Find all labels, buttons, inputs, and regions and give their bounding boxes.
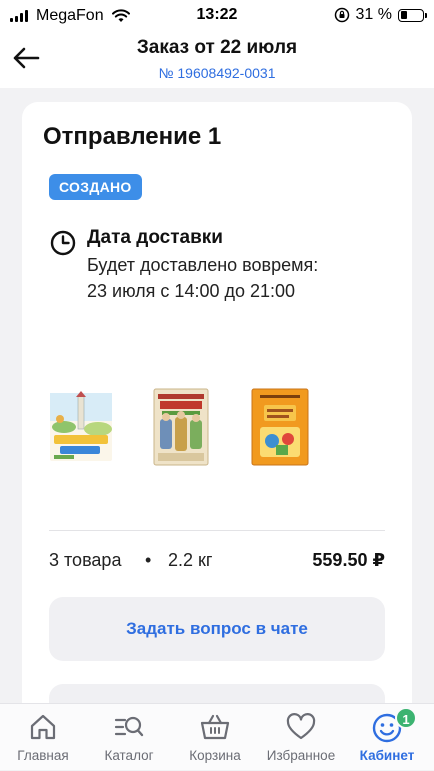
order-number-link[interactable]: № 19608492-0031 [0, 65, 434, 81]
notification-badge: 1 [395, 707, 417, 729]
tab-basket[interactable]: Корзина [172, 704, 258, 771]
tab-profile[interactable]: 1 Кабинет [344, 704, 430, 771]
page-title: Заказ от 22 июля [136, 37, 298, 58]
clock-icon [50, 230, 76, 256]
bottom-tab-bar: Главная Каталог Корзина Избранное 1 Каби… [0, 703, 434, 770]
items-count: 3 товара [49, 550, 122, 570]
delivery-window-text: 23 июля с 14:00 до 21:00 [87, 281, 296, 301]
shipment-card: Отправление 1 СОЗДАНО Дата доставки Буде… [22, 102, 412, 722]
tab-label: Главная [17, 748, 69, 763]
shipment-price: 559.50 ₽ [312, 550, 385, 570]
tab-catalog[interactable]: Каталог [86, 704, 172, 771]
tab-home[interactable]: Главная [0, 704, 86, 771]
tab-label: Каталог [104, 748, 154, 763]
tab-favorites[interactable]: Избранное [258, 704, 344, 771]
battery-percent: 31 % [355, 6, 392, 23]
basket-icon [200, 714, 230, 740]
product-image-book-2[interactable] [152, 387, 210, 467]
heart-icon [286, 713, 316, 740]
status-right: 31 % [334, 6, 427, 24]
divider [49, 530, 385, 531]
shipment-weight: 2.2 кг [168, 550, 213, 570]
header: Заказ от 22 июля № 19608492-0031 [0, 32, 434, 88]
orientation-lock-icon [334, 7, 349, 23]
delivery-date-title: Дата доставки [87, 227, 223, 248]
shipment-summary: 3 товара • 2.2 кг 559.50 ₽ [49, 550, 385, 574]
battery-icon [398, 8, 427, 22]
product-thumbnails [48, 387, 348, 467]
tab-label: Избранное [266, 748, 336, 763]
home-icon [30, 714, 56, 740]
catalog-search-icon [114, 716, 144, 737]
product-image-book-3[interactable] [250, 387, 310, 467]
battery-fill [400, 11, 407, 19]
ask-in-chat-button[interactable]: Задать вопрос в чате [49, 597, 385, 661]
summary-separator: • [145, 550, 152, 570]
tab-label: Корзина [189, 748, 241, 763]
status-bar: MegaFon 13:22 31 % [0, 0, 434, 32]
product-image-book-1[interactable] [48, 389, 114, 465]
tab-label: Кабинет [359, 748, 415, 763]
shipment-title: Отправление 1 [43, 123, 222, 150]
delivery-status-text: Будет доставлено вовремя: [87, 255, 319, 275]
status-badge: СОЗДАНО [49, 174, 142, 200]
